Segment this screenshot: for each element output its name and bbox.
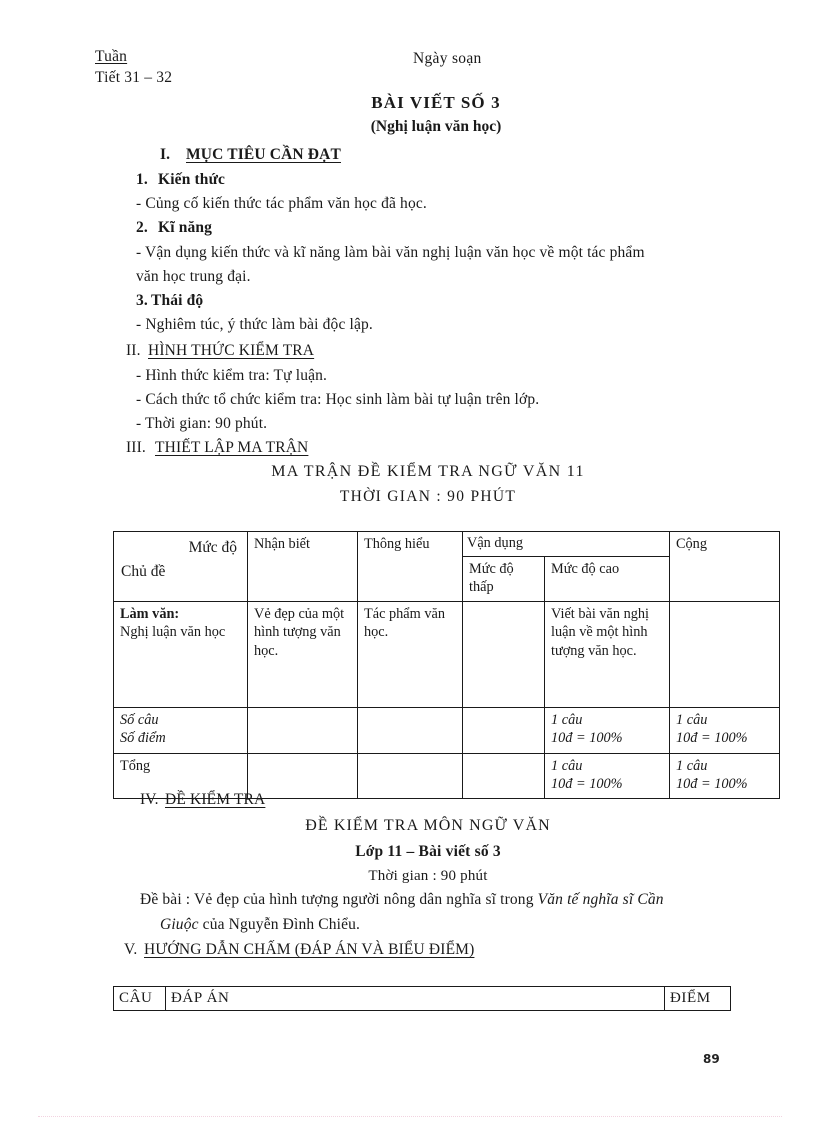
exam-question-work-title-part-2: Giuộc	[160, 916, 199, 933]
matrix-row1-subject: Làm văn: Nghị luận văn học	[113, 600, 248, 708]
matrix-col-muc-do-cao: Mức độ cao	[544, 555, 670, 602]
section-5-number: V.	[124, 941, 138, 958]
matrix-col-nhan-biet: Nhận biết	[247, 531, 358, 602]
matrix-col-muc-do-thap: Mức độ thấp	[462, 555, 545, 602]
section-1-title: MỤC TIÊU CẦN ĐẠT	[186, 146, 341, 163]
matrix-row2-muc-do-thap	[462, 706, 545, 754]
matrix-row2-label: Số câu Số điểm	[113, 706, 248, 754]
ngay-soan-label: Ngày soạn	[413, 50, 482, 67]
page-separator-line	[38, 1116, 782, 1118]
matrix-title-line-2: THỜI GIAN : 90 PHÚT	[339, 488, 517, 505]
matrix-row1-thong-hieu: Tác phẩm văn học.	[357, 600, 463, 708]
section-2-body-line-1: - Hình thức kiểm tra: Tự luận.	[136, 367, 328, 384]
matrix-row2-label-line-2: Số điểm	[120, 730, 166, 747]
table-row: Số câu Số điểm 1 câu 10đ = 100% 1 câu 10…	[113, 706, 780, 754]
matrix-col-van-dung: Vận dụng	[462, 531, 670, 557]
exam-title-line-1: ĐỀ KIỂM TRA MÔN NGỮ VĂN	[305, 817, 551, 834]
table-row: Làm văn: Nghị luận văn học Vẻ đẹp của mộ…	[113, 600, 780, 708]
matrix-corner-bottom-label: Chủ đề	[121, 563, 166, 580]
matrix-row1-subject-bold: Làm văn:	[120, 605, 180, 622]
answer-key-col-dap-an: ĐÁP ÁN	[165, 986, 665, 1011]
matrix-row1-nhan-biet: Vẻ đẹp của một hình tượng văn học.	[247, 600, 358, 708]
subsection-1-3-number: 3.	[136, 292, 148, 309]
matrix-corner-top-label: Mức độ	[188, 539, 237, 556]
matrix-header-row-1: Mức độ Chủ đề Nhận biết Thông hiểu Vận d…	[113, 531, 780, 602]
matrix-row3-thong-hieu	[357, 752, 463, 799]
subsection-1-1-title: Kiến thức	[158, 171, 226, 188]
matrix-row2-thong-hieu	[357, 706, 463, 754]
section-1-number: I.	[160, 146, 171, 163]
matrix-table-container: Mức độ Chủ đề Nhận biết Thông hiểu Vận d…	[113, 531, 780, 799]
matrix-table: Mức độ Chủ đề Nhận biết Thông hiểu Vận d…	[113, 531, 780, 799]
section-2-body-line-3: - Thời gian: 90 phút.	[136, 415, 268, 432]
section-3-title: THIẾT LẬP MA TRẬN	[155, 439, 309, 456]
tuan-label: Tuần	[95, 48, 128, 65]
matrix-row3-cong-line-1: 1 câu	[676, 757, 708, 774]
section-5-heading: V. HƯỚNG DẪN CHẤM (ĐÁP ÁN VÀ BIỂU ĐIỂM)	[124, 942, 474, 958]
section-2-heading: II. HÌNH THỨC KIỂM TRA	[126, 343, 314, 359]
exam-duration: Thời gian : 90 phút	[368, 868, 488, 884]
matrix-row2-cong-line-2: 10đ = 100%	[676, 730, 748, 747]
section-2-title: HÌNH THỨC KIỂM TRA	[148, 342, 315, 359]
answer-key-table-container: CÂU ĐÁP ÁN ĐIỂM	[113, 986, 731, 1011]
subsection-1-3-title: Thái độ	[151, 292, 204, 309]
section-3-heading: III. THIẾT LẬP MA TRẬN	[126, 440, 308, 456]
document-header: Tuần Tiết 31 – 32 Ngày soạn	[95, 48, 755, 92]
subsection-1-2-heading: 2. Kĩ năng	[136, 220, 212, 236]
exam-question-work-title-part-1: Văn tế nghĩa sĩ Cần	[537, 891, 664, 908]
matrix-row2-muc-do-cao-line-1: 1 câu	[551, 711, 583, 728]
subsection-1-3-heading: 3. Thái độ	[136, 293, 203, 309]
matrix-row2-nhan-biet	[247, 706, 358, 754]
matrix-row3-muc-do-cao: 1 câu 10đ = 100%	[544, 752, 670, 799]
matrix-col-cong: Cộng	[669, 531, 780, 602]
subsection-1-1-heading: 1. Kiến thức	[136, 172, 225, 188]
section-4-title: ĐỀ KIỂM TRA	[165, 791, 266, 808]
subsection-1-1-number: 1.	[136, 171, 148, 188]
matrix-col-thong-hieu: Thông hiểu	[357, 531, 463, 602]
matrix-row3-muc-do-cao-line-2: 10đ = 100%	[551, 776, 623, 793]
exam-question-prefix: Đề bài : Vẻ đẹp của hình tượng người nôn…	[140, 891, 538, 908]
subsection-1-2-number: 2.	[136, 219, 148, 236]
matrix-row2-label-line-1: Số câu	[120, 711, 159, 728]
answer-key-table: CÂU ĐÁP ÁN ĐIỂM	[113, 986, 731, 1011]
matrix-row1-subject-rest: Nghị luận văn học	[120, 624, 226, 641]
exam-title-line-2: Lớp 11 – Bài viết số 3	[355, 843, 501, 860]
matrix-row3-cong-line-2: 10đ = 100%	[676, 776, 748, 793]
exam-question-line-1: Đề bài : Vẻ đẹp của hình tượng người nôn…	[140, 892, 664, 908]
page-subtitle: (Nghị luận văn học)	[370, 118, 502, 135]
subsection-1-2-body-line-1: - Vận dụng kiến thức và kĩ năng làm bài …	[136, 244, 645, 261]
page-title: BÀI VIẾT SỐ 3	[371, 93, 501, 112]
matrix-row2-muc-do-cao: 1 câu 10đ = 100%	[544, 706, 670, 754]
matrix-row3-muc-do-cao-line-1: 1 câu	[551, 757, 583, 774]
matrix-row2-cong: 1 câu 10đ = 100%	[669, 706, 780, 754]
answer-key-col-cau: CÂU	[113, 986, 166, 1011]
exam-question-suffix: của Nguyễn Đình Chiểu.	[198, 916, 361, 933]
answer-key-col-diem: ĐIỂM	[664, 986, 731, 1011]
subsection-1-2-title: Kĩ năng	[158, 219, 213, 236]
matrix-row1-muc-do-cao: Viết bài văn nghị luận về một hình tượng…	[544, 600, 670, 708]
subsection-1-3-body: - Nghiêm túc, ý thức làm bài độc lập.	[136, 316, 373, 333]
matrix-corner-header: Mức độ Chủ đề	[113, 531, 248, 602]
section-5-title: HƯỚNG DẪN CHẤM (ĐÁP ÁN VÀ BIỂU ĐIỂM)	[144, 941, 475, 958]
matrix-row3-cong: 1 câu 10đ = 100%	[669, 752, 780, 799]
matrix-row1-cong	[669, 600, 780, 708]
section-2-number: II.	[126, 342, 141, 359]
exam-question-line-2: Giuộc của Nguyễn Đình Chiểu.	[160, 917, 360, 933]
subsection-1-1-body: - Củng cố kiến thức tác phẩm văn học đã …	[136, 195, 427, 212]
section-4-number: IV.	[140, 791, 159, 808]
document-page: Tuần Tiết 31 – 32 Ngày soạn BÀI VIẾT SỐ …	[0, 0, 816, 1123]
section-3-number: III.	[126, 439, 146, 456]
matrix-title-line-1: MA TRẬN ĐỀ KIỂM TRA NGỮ VĂN 11	[271, 463, 585, 480]
matrix-row1-muc-do-thap	[462, 600, 545, 708]
matrix-row2-cong-line-1: 1 câu	[676, 711, 708, 728]
subsection-1-2-body-line-2: văn học trung đại.	[136, 268, 251, 285]
section-2-body-line-2: - Cách thức tổ chức kiểm tra: Học sinh l…	[136, 391, 540, 408]
tiet-label: Tiết 31 – 32	[95, 69, 173, 86]
table-row: CÂU ĐÁP ÁN ĐIỂM	[113, 986, 731, 1011]
matrix-row3-muc-do-thap	[462, 752, 545, 799]
section-4-heading: IV. ĐỀ KIỂM TRA	[140, 792, 265, 808]
page-number: 89	[703, 1052, 720, 1066]
matrix-row2-muc-do-cao-line-2: 10đ = 100%	[551, 730, 623, 747]
section-1-heading: I. MỤC TIÊU CẦN ĐẠT	[160, 147, 341, 163]
